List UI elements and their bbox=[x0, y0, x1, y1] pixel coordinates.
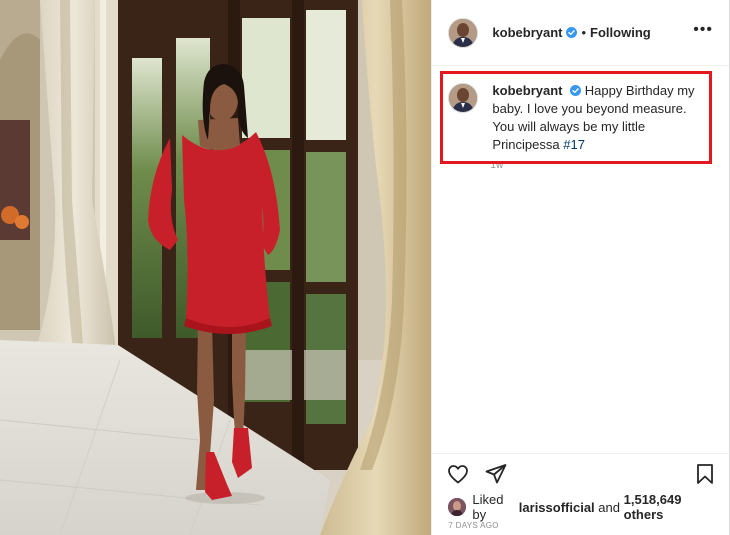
separator-dot: • bbox=[581, 25, 587, 40]
author-username[interactable]: kobebryant bbox=[492, 25, 562, 40]
likes-and: and bbox=[598, 499, 620, 515]
post-image bbox=[0, 0, 432, 535]
likes-prefix: Liked by bbox=[472, 492, 504, 522]
caption-username[interactable]: kobebryant bbox=[492, 83, 562, 98]
following-button[interactable]: Following bbox=[590, 25, 651, 40]
heart-icon[interactable] bbox=[446, 462, 470, 486]
post-age[interactable]: 7 DAYS AGO bbox=[432, 521, 729, 535]
likes-count-link[interactable]: 1,518,649 others bbox=[624, 492, 713, 522]
author-avatar[interactable] bbox=[448, 17, 479, 48]
verified-badge-icon bbox=[570, 85, 582, 96]
caption-hashtag-link[interactable]: #17 bbox=[563, 137, 585, 152]
post-side-panel: kobebryant • Following ••• kobebryant Ha… bbox=[431, 0, 729, 535]
likes-summary: Liked by larissofficial and 1,518,649 ot… bbox=[432, 492, 729, 522]
caption-timestamp[interactable]: 1w bbox=[490, 160, 713, 171]
liker-avatar[interactable] bbox=[448, 498, 467, 516]
instagram-post: kobebryant • Following ••• kobebryant Ha… bbox=[0, 0, 730, 535]
share-paper-plane-icon[interactable] bbox=[484, 462, 508, 486]
liker-username[interactable]: larissofficial bbox=[519, 500, 595, 515]
avatar-image bbox=[449, 18, 478, 47]
caption-author-avatar[interactable] bbox=[448, 83, 479, 113]
more-options-icon[interactable]: ••• bbox=[693, 21, 713, 41]
caption-area: kobebryant Happy Birthday my baby. I lov… bbox=[432, 66, 729, 453]
avatar-image bbox=[448, 498, 467, 516]
bookmark-icon[interactable] bbox=[693, 462, 717, 486]
post-header: kobebryant • Following ••• bbox=[432, 0, 729, 66]
caption-row: kobebryant Happy Birthday my baby. I lov… bbox=[448, 82, 713, 154]
post-photo[interactable] bbox=[0, 0, 432, 535]
action-bar bbox=[432, 453, 729, 493]
avatar-image bbox=[449, 84, 478, 112]
verified-badge-icon bbox=[566, 27, 578, 38]
caption-text: kobebryant Happy Birthday my baby. I lov… bbox=[492, 82, 707, 154]
